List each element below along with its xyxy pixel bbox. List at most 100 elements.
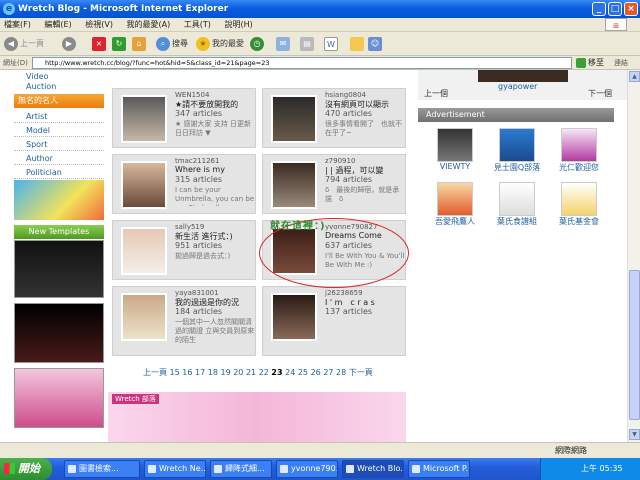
ad-item[interactable]: 葉氏食譜組 — [488, 182, 546, 227]
taskbar: 開始 圖書檢索... Wretch Ne... 歸降式細... yvonne79… — [0, 458, 640, 480]
taskbar-item[interactable]: 圖書檢索... — [64, 460, 140, 478]
scroll-down-icon[interactable]: ▼ — [629, 429, 640, 440]
favorites-button[interactable]: ★ 我的最愛 — [196, 36, 244, 52]
pager-page[interactable]: 15 — [170, 368, 180, 377]
blog-avatar[interactable] — [271, 161, 317, 209]
blog-owner[interactable]: sally519 — [175, 223, 204, 231]
blog-owner[interactable]: WEN1504 — [175, 91, 209, 99]
blog-card[interactable]: hsiang0804 沒有網頁可以顯示 470 articles 很多事情看開了… — [262, 88, 406, 148]
blog-avatar[interactable] — [121, 293, 167, 341]
messenger-button[interactable]: ☺ — [368, 36, 384, 52]
blog-avatar[interactable] — [271, 293, 317, 341]
blog-card[interactable]: tmac211261 Where is my 315 articles I ca… — [112, 154, 256, 214]
scroll-thumb[interactable] — [629, 270, 640, 420]
taskbar-item[interactable]: Microsoft P... — [408, 460, 470, 478]
menu-edit[interactable]: 編輯(E) — [44, 18, 71, 32]
blog-avatar[interactable] — [271, 95, 317, 143]
links-label[interactable]: 連結 — [614, 56, 628, 70]
pager-next[interactable]: 下一頁 — [349, 368, 373, 377]
taskbar-item[interactable]: yvonne790... — [276, 460, 338, 478]
stop-button[interactable]: × — [92, 36, 108, 52]
blog-owner[interactable]: j26238659 — [325, 289, 363, 297]
template-thumbnail[interactable] — [14, 303, 104, 363]
word-icon: W — [324, 36, 338, 51]
refresh-button[interactable]: ↻ — [112, 36, 128, 52]
home-button[interactable]: ⌂ — [132, 36, 148, 52]
menu-help[interactable]: 說明(H) — [224, 18, 252, 32]
pager-page[interactable]: 16 — [182, 368, 192, 377]
pager-page[interactable]: 28 — [336, 368, 346, 377]
pager-page[interactable]: 27 — [323, 368, 333, 377]
ad-item[interactable]: 吾愛飛鷹人 — [426, 182, 484, 227]
blog-avatar[interactable] — [121, 95, 167, 143]
address-input[interactable]: http://www.wretch.cc/blog/?func=hot&hid=… — [32, 57, 572, 69]
sidebar-item-model[interactable]: Model — [14, 124, 104, 137]
featured-name[interactable]: gyapower — [498, 82, 537, 91]
ad-item[interactable]: 葉氏基金會 — [550, 182, 608, 227]
bottom-banner[interactable]: Wretch 部落 — [108, 392, 406, 442]
blog-owner[interactable]: hsiang0804 — [325, 91, 366, 99]
address-bar: 網址(D) http://www.wretch.cc/blog/?func=ho… — [0, 56, 640, 70]
ad-item[interactable]: 見士園Q部落 — [488, 128, 546, 173]
menu-view[interactable]: 檢視(V) — [85, 18, 113, 32]
taskbar-item-active[interactable]: Wretch Blo... — [342, 460, 404, 478]
sidebar-ad-banner[interactable] — [14, 180, 104, 220]
blog-owner[interactable]: z790910 — [325, 157, 355, 165]
blog-card[interactable]: WEN1504 ★請不要放開我的 347 articles ★ 感謝大家 支持 … — [112, 88, 256, 148]
blog-card[interactable]: z790910 | | 過程，可以變 794 articles δ 最後的歸宿，… — [262, 154, 406, 214]
pager-page[interactable]: 25 — [298, 368, 308, 377]
ad-item[interactable]: 光仁歡迎您 — [550, 128, 608, 173]
back-button[interactable]: ◀ 上一頁 — [4, 36, 44, 52]
mail-button[interactable]: ✉ — [276, 36, 292, 52]
template-thumbnail[interactable] — [14, 368, 104, 428]
template-thumbnail[interactable] — [14, 240, 104, 298]
maximize-button[interactable]: □ — [608, 2, 622, 16]
close-button[interactable]: × — [624, 2, 638, 16]
taskbar-item[interactable]: 歸降式細... — [210, 460, 272, 478]
edit-button[interactable]: W — [324, 36, 340, 52]
blog-owner[interactable]: yaya831001 — [175, 289, 219, 297]
start-button[interactable]: 開始 — [0, 458, 52, 480]
featured-image[interactable] — [478, 70, 568, 82]
prev-link[interactable]: 上一個 — [424, 88, 448, 99]
next-link[interactable]: 下一個 — [588, 88, 612, 99]
blog-owner[interactable]: tmac211261 — [175, 157, 219, 165]
menu-file[interactable]: 檔案(F) — [4, 18, 31, 32]
taskbar-item[interactable]: Wretch Ne... — [144, 460, 206, 478]
vertical-scrollbar[interactable]: ▲ ▼ — [627, 70, 640, 442]
pager-page[interactable]: 19 — [220, 368, 230, 377]
clock[interactable]: 上午 05:35 — [581, 464, 623, 473]
sidebar-item-author[interactable]: Author — [14, 152, 104, 165]
history-button[interactable]: ◷ — [250, 36, 266, 52]
pager-prev[interactable]: 上一頁 — [143, 368, 167, 377]
folder-button[interactable] — [350, 36, 366, 52]
sidebar-item-sport[interactable]: Sport — [14, 138, 104, 151]
menu-favorites[interactable]: 我的最愛(A) — [127, 18, 171, 32]
pager-page[interactable]: 20 — [233, 368, 243, 377]
search-button[interactable]: ⌕ 搜尋 — [156, 36, 188, 52]
blog-card[interactable]: sally519 新生活 進行式：) 951 articles 拋過歸是過去式：… — [112, 220, 256, 280]
sidebar-item-politician[interactable]: Politician — [14, 166, 104, 179]
sidebar-item-artist[interactable]: Artist — [14, 110, 104, 123]
pager-page[interactable]: 26 — [311, 368, 321, 377]
pager-page[interactable]: 24 — [285, 368, 295, 377]
sidebar-item-auction[interactable]: Auction — [14, 80, 104, 93]
pager-page[interactable]: 21 — [246, 368, 256, 377]
blog-avatar[interactable] — [121, 227, 167, 275]
scroll-up-icon[interactable]: ▲ — [629, 71, 640, 82]
go-button[interactable]: 移至 — [576, 57, 610, 69]
pager-page[interactable]: 17 — [195, 368, 205, 377]
blog-title[interactable]: Where is my — [175, 165, 255, 174]
menu-tools[interactable]: 工具(T) — [184, 18, 211, 32]
blog-desc: 一個其中一人忽然關關清過的關證 立與交員到原來的陌生 — [175, 318, 255, 344]
forward-button[interactable]: ▶ — [62, 36, 78, 52]
print-button[interactable]: ▤ — [300, 36, 316, 52]
blog-card[interactable]: yaya831001 我的過過是你的況 184 articles 一個其中一人忽… — [112, 286, 256, 356]
pager-page[interactable]: 18 — [208, 368, 218, 377]
blog-card[interactable]: j26238659 I ' m c r a s 137 articles — [262, 286, 406, 356]
pagination: 上一頁 15 16 17 18 19 20 21 22 23 24 25 26 … — [143, 367, 373, 378]
pager-page[interactable]: 22 — [259, 368, 269, 377]
minimize-button[interactable]: _ — [592, 2, 606, 16]
blog-avatar[interactable] — [121, 161, 167, 209]
ad-item[interactable]: VIEWTY — [426, 128, 484, 171]
